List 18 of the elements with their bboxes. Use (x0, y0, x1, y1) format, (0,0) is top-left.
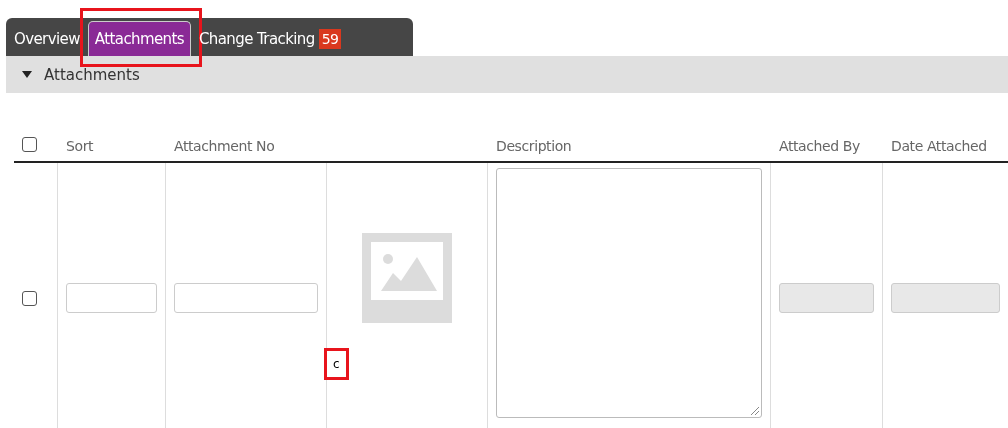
column-header: Date Attached (891, 138, 987, 154)
row-checkbox[interactable] (22, 290, 37, 306)
sort-field[interactable] (66, 283, 157, 313)
column-header: Sort (66, 138, 94, 154)
select-all-checkbox[interactable] (22, 137, 37, 152)
section-header[interactable]: Attachments (6, 56, 1008, 93)
attachment-no-field[interactable] (174, 283, 318, 313)
resize-grip-icon (749, 405, 759, 415)
column-header: Attached By (779, 138, 860, 154)
file-caption: c (324, 348, 349, 380)
description-field[interactable] (496, 168, 762, 418)
section-title: Attachments (44, 65, 140, 84)
tab[interactable]: Overview (8, 22, 86, 56)
count-badge: 59 (318, 29, 342, 49)
tab[interactable]: Attachments (87, 21, 191, 56)
image-placeholder-icon (362, 233, 452, 323)
column-header: Description (496, 138, 572, 154)
column-header: Attachment No (174, 138, 275, 154)
